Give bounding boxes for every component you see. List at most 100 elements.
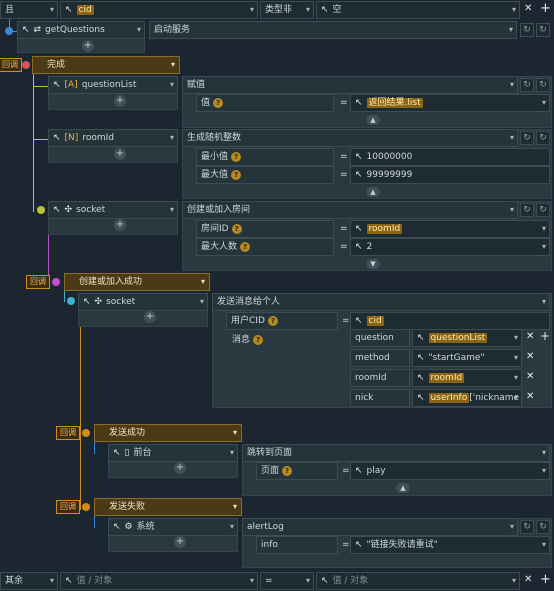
else-operator-select[interactable]: = ▾ — [260, 572, 314, 590]
socket1-node[interactable]: ↖ ✣ socket ▾ — [48, 201, 178, 219]
chevron-down-icon: ▾ — [136, 25, 141, 34]
plus-icon[interactable]: + — [114, 95, 126, 107]
msg-row-value-text: questionList — [428, 333, 488, 343]
uid-field[interactable]: ↖ cid — [350, 312, 550, 330]
msg-row-key[interactable]: roomId — [350, 369, 410, 387]
refresh-icon[interactable]: ↻ — [520, 203, 534, 217]
qlist-action[interactable]: 赋值 ▾ — [182, 76, 518, 94]
tree-line-blue3 — [94, 514, 95, 528]
getq-node[interactable]: ↖ ⇄ getQuestions ▾ — [17, 21, 145, 39]
operator-select[interactable]: 类型非 ▾ — [260, 1, 314, 19]
msg-row-value[interactable]: ↖ userInfo ['nickname ▾ — [412, 389, 522, 407]
msg-label: 消息? — [232, 332, 264, 345]
front-node[interactable]: ↖ ▯ 前台 ▾ — [108, 444, 238, 462]
refresh-icon[interactable]: ↻ — [520, 23, 534, 37]
msg-row-value[interactable]: ↖ "startGame" ▾ — [412, 349, 522, 367]
chevron-up-icon[interactable]: ▲ — [366, 187, 380, 197]
chevron-down-icon: ▾ — [305, 5, 310, 14]
close-icon[interactable]: ✕ — [526, 351, 534, 362]
socket2-node[interactable]: ↖ ✣ socket ▾ — [78, 293, 208, 311]
refresh-icon[interactable]: ↻ — [536, 23, 550, 37]
socket1-action[interactable]: 创建或加入房间 ▾ — [182, 201, 518, 219]
create-success-header[interactable]: 创建或加入成功 ▾ — [64, 273, 210, 291]
refresh-icon[interactable]: ↻ — [536, 78, 550, 92]
plus-icon[interactable]: + — [82, 40, 94, 52]
help-icon: ? — [267, 315, 278, 326]
node-dot — [37, 206, 45, 214]
tree-line-blue2 — [94, 440, 95, 454]
send-fail-header[interactable]: 发送失败 ▾ — [94, 498, 242, 516]
maxp-field[interactable]: ↖ 2 ▾ — [350, 238, 550, 256]
phone-icon: ▯ — [124, 448, 130, 458]
refresh-icon[interactable]: ↻ — [536, 131, 550, 145]
plus-icon[interactable]: + — [174, 462, 186, 474]
chevron-down-icon: ▾ — [169, 133, 174, 142]
refresh-icon[interactable]: ↻ — [520, 131, 534, 145]
send-fail-label: 发送失败 — [109, 502, 146, 512]
cursor-icon: ↖ — [83, 297, 91, 307]
msg-row-value[interactable]: ↖ roomId ▾ — [412, 369, 522, 387]
getq-action[interactable]: 启动服务 ▾ — [149, 21, 517, 39]
plus-icon[interactable]: + — [114, 148, 126, 160]
info-field[interactable]: ↖ "链接失败请重试" ▾ — [350, 536, 550, 554]
condition-var-value: cid — [76, 5, 94, 15]
help-icon: ? — [231, 169, 242, 180]
msg-row-value[interactable]: ↖ questionList ▾ — [412, 329, 522, 347]
else-select[interactable]: 其余 ▾ — [0, 572, 58, 590]
else-right-placeholder: 值 / 对象 — [332, 576, 369, 586]
qlist-node[interactable]: ↖ [A] questionList ▾ — [48, 76, 178, 94]
chevron-up-icon[interactable]: ▲ — [366, 115, 380, 125]
room-label-text: 房间ID — [201, 224, 229, 234]
cursor-icon: ↖ — [65, 576, 73, 586]
refresh-icon[interactable]: ↻ — [520, 520, 534, 534]
plus-icon[interactable]: + — [174, 536, 186, 548]
eq-sign: = — [342, 466, 350, 476]
msg-row-key[interactable]: nick — [350, 389, 410, 407]
condition-value-field[interactable]: ↖ 空 ▾ — [316, 1, 520, 19]
refresh-icon[interactable]: ↻ — [520, 78, 534, 92]
send-success-header[interactable]: 发送成功 ▾ — [94, 424, 242, 442]
system-node[interactable]: ↖ ⚙ 系统 ▾ — [108, 518, 238, 536]
cursor-icon: ↖ — [321, 576, 329, 586]
tree-line-yellow-h2 — [33, 139, 49, 140]
roomid-action[interactable]: 生成随机整数 ▾ — [182, 129, 518, 147]
plus-icon[interactable]: + — [540, 1, 551, 16]
refresh-icon[interactable]: ↻ — [536, 203, 550, 217]
chevron-down-icon: ▾ — [200, 277, 205, 286]
front-action[interactable]: 跳转到页面 ▾ — [242, 444, 550, 462]
condition-var-field[interactable]: ↖ cid ▾ — [60, 1, 258, 19]
room-field[interactable]: ↖ roomId ▾ — [350, 220, 550, 238]
close-icon[interactable]: ✕ — [526, 331, 534, 342]
plus-icon[interactable]: + — [540, 329, 550, 343]
plus-icon[interactable]: + — [114, 219, 126, 231]
msg-row-key[interactable]: question — [350, 329, 410, 347]
socket2-action[interactable]: 发送消息给个人 ▾ — [212, 293, 550, 311]
system-name: 系统 — [136, 522, 155, 532]
close-icon[interactable]: ✕ — [526, 391, 534, 402]
min-field[interactable]: ↖ 10000000 — [350, 148, 550, 166]
chevron-up-icon[interactable]: ▲ — [396, 483, 410, 493]
close-icon[interactable]: ✕ — [526, 371, 534, 382]
system-action[interactable]: alertLog ▾ — [242, 518, 518, 536]
plus-icon[interactable]: + — [540, 572, 551, 587]
chevron-up-icon[interactable]: ▼ — [366, 259, 380, 269]
info-label: info — [256, 536, 338, 554]
cursor-icon: ↖ — [355, 316, 363, 326]
cursor-icon: ↖ — [53, 133, 61, 143]
msg-row-key[interactable]: method — [350, 349, 410, 367]
roomid-node[interactable]: ↖ [N] roomId ▾ — [48, 129, 178, 147]
qlist-val-field[interactable]: ↖ 返回结果.list ▾ — [350, 94, 550, 112]
node-dot — [67, 297, 75, 305]
refresh-icon[interactable]: ↻ — [536, 520, 550, 534]
else-right-field[interactable]: ↖ 值 / 对象 ▾ — [316, 572, 520, 590]
complete-header[interactable]: 完成 ▾ — [32, 56, 180, 74]
close-icon[interactable]: ✕ — [524, 574, 532, 585]
close-icon[interactable]: ✕ — [524, 3, 532, 14]
callback-label: 回调 — [26, 275, 50, 289]
plus-icon[interactable]: + — [144, 311, 156, 323]
logic-select[interactable]: 且 ▾ — [0, 1, 58, 19]
page-field[interactable]: ↖ play ▾ — [350, 462, 550, 480]
else-left-field[interactable]: ↖ 值 / 对象 ▾ — [60, 572, 258, 590]
chevron-down-icon: ▾ — [509, 133, 514, 142]
max-field[interactable]: ↖ 99999999 — [350, 166, 550, 184]
